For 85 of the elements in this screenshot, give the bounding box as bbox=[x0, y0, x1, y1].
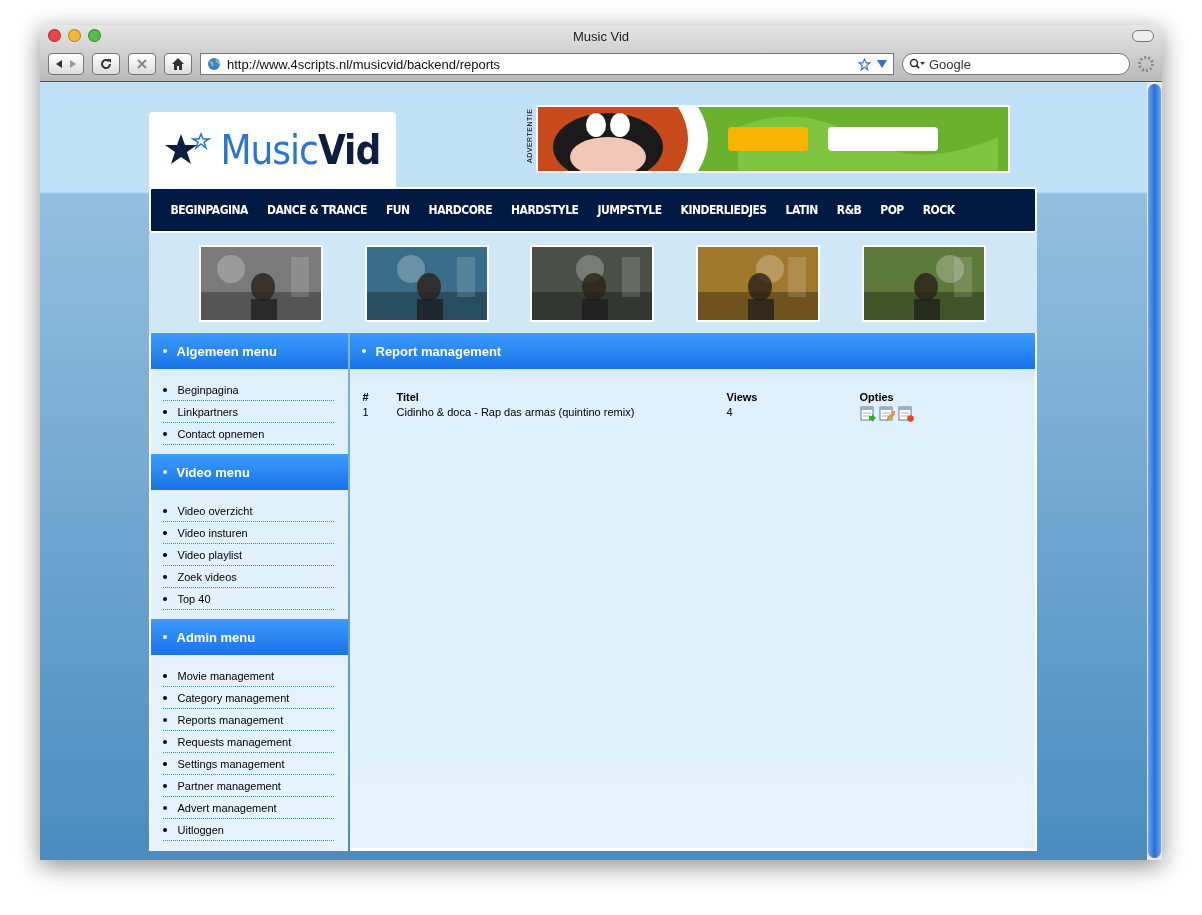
menu-link[interactable]: Video overzicht bbox=[177, 504, 253, 517]
menu-link[interactable]: Requests management bbox=[177, 735, 292, 748]
menu-heading-text: Algemeen menu bbox=[176, 343, 277, 359]
menu-heading-text: Admin menu bbox=[176, 629, 256, 645]
menu-link[interactable]: Partner management bbox=[177, 779, 281, 792]
menu-link[interactable]: Contact opnemen bbox=[177, 427, 265, 440]
stop-button[interactable] bbox=[128, 53, 156, 75]
bullet-icon bbox=[162, 470, 167, 474]
bullet-icon bbox=[162, 409, 167, 414]
nav-link[interactable]: DANCE & TRANCE bbox=[266, 203, 367, 217]
column-header: Titel bbox=[396, 391, 420, 403]
bullet-icon bbox=[162, 387, 167, 392]
menu-heading-text: Video menu bbox=[176, 464, 250, 480]
column-header: # bbox=[362, 391, 370, 403]
edit-icon[interactable] bbox=[878, 406, 895, 422]
loading-icon bbox=[1138, 56, 1154, 72]
nav-link[interactable]: LATIN bbox=[785, 203, 818, 217]
bullet-icon bbox=[162, 805, 167, 810]
panel-heading-text: Report management bbox=[375, 343, 502, 359]
logo-text: Vid bbox=[317, 126, 381, 173]
bullet-icon bbox=[162, 761, 167, 766]
nav-link[interactable]: JUMPSTYLE bbox=[597, 203, 662, 217]
close-icon[interactable] bbox=[48, 29, 61, 42]
search-icon bbox=[909, 58, 925, 70]
back-forward-button[interactable] bbox=[48, 53, 84, 75]
reload-icon bbox=[100, 58, 112, 70]
nav-link[interactable]: R&B bbox=[836, 203, 862, 217]
nav-link[interactable]: HARDSTYLE bbox=[511, 203, 579, 217]
bullet-icon bbox=[162, 530, 167, 535]
toolbar-button[interactable] bbox=[1132, 30, 1154, 42]
bullet-icon bbox=[162, 783, 167, 788]
table-cell-text: Cidinho & doca - Rap das armas (quintino remix) bbox=[396, 406, 636, 420]
search-field[interactable]: Google bbox=[902, 53, 1130, 75]
table-cell-text: 1 bbox=[362, 406, 370, 420]
forward-icon bbox=[68, 59, 78, 69]
menu-link[interactable]: Reports management bbox=[177, 713, 284, 726]
menu-link[interactable]: Category management bbox=[177, 691, 290, 704]
logo-text: Music bbox=[220, 126, 318, 173]
column-header: Views bbox=[726, 391, 759, 403]
stop-icon bbox=[137, 59, 147, 69]
bullet-icon bbox=[162, 717, 167, 722]
column-header: Opties bbox=[859, 391, 895, 403]
bullet-icon bbox=[361, 349, 366, 353]
nav-link[interactable]: ROCK bbox=[922, 203, 955, 217]
nav-link[interactable]: POP bbox=[880, 203, 904, 217]
menu-link[interactable]: Video insturen bbox=[177, 526, 248, 539]
bullet-icon bbox=[162, 695, 167, 700]
bullet-icon bbox=[162, 635, 167, 639]
menu-link[interactable]: Advert management bbox=[177, 801, 277, 814]
menu-link[interactable]: Top 40 bbox=[177, 592, 211, 605]
bullet-icon bbox=[162, 574, 167, 579]
nav-link[interactable]: HARDCORE bbox=[428, 203, 493, 217]
bullet-icon bbox=[162, 431, 167, 436]
bullet-icon bbox=[162, 827, 167, 832]
star-icon[interactable] bbox=[858, 57, 871, 71]
back-icon bbox=[54, 59, 64, 69]
menu-link[interactable]: Settings management bbox=[177, 757, 285, 770]
nav-link[interactable]: BEGINPAGINA bbox=[170, 203, 248, 217]
menu-link[interactable]: Video playlist bbox=[177, 548, 243, 561]
menu-link[interactable]: Beginpagina bbox=[177, 383, 239, 396]
bullet-icon bbox=[162, 596, 167, 601]
view-icon[interactable] bbox=[859, 406, 876, 422]
address-field[interactable]: http://www.4scripts.nl/musicvid/backend/reports bbox=[200, 53, 894, 75]
bullet-icon bbox=[162, 349, 167, 353]
home-icon bbox=[172, 58, 184, 70]
dropdown-icon[interactable] bbox=[877, 60, 887, 68]
nav-link[interactable]: KINDERLIEDJES bbox=[680, 203, 767, 217]
menu-link[interactable]: Uitloggen bbox=[177, 823, 224, 836]
menu-link[interactable]: Movie management bbox=[177, 669, 275, 682]
menu-link[interactable]: Linkpartners bbox=[177, 405, 239, 418]
table-cell-text: 4 bbox=[726, 406, 734, 420]
minimize-icon[interactable] bbox=[68, 29, 81, 42]
globe-icon bbox=[207, 57, 221, 71]
delete-icon[interactable] bbox=[897, 406, 914, 422]
home-button[interactable] bbox=[164, 53, 192, 75]
bullet-icon bbox=[162, 552, 167, 557]
menu-link[interactable]: Zoek videos bbox=[177, 570, 237, 583]
window-title: Music Vid bbox=[572, 28, 630, 44]
bullet-icon bbox=[162, 508, 167, 513]
bullet-icon bbox=[162, 739, 167, 744]
reload-button[interactable] bbox=[92, 53, 120, 75]
scrollbar[interactable] bbox=[1147, 82, 1162, 860]
nav-link[interactable]: FUN bbox=[385, 203, 410, 217]
zoom-icon[interactable] bbox=[88, 29, 101, 42]
bullet-icon bbox=[162, 673, 167, 678]
